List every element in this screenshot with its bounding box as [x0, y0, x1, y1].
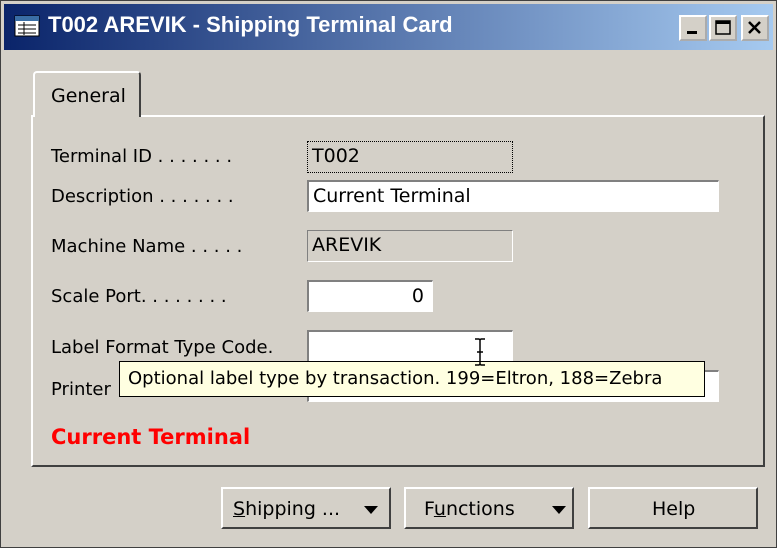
title-bar[interactable]: T002 AREVIK - Shipping Terminal Card	[4, 4, 773, 50]
shipping-button-label: Shipping ...	[233, 498, 341, 520]
help-button[interactable]: Help	[588, 487, 758, 529]
text-cursor-icon	[475, 338, 485, 366]
scale-port-field[interactable]: 0	[307, 280, 433, 312]
help-button-label: Help	[652, 498, 696, 520]
minimize-icon	[687, 31, 697, 34]
maximize-button[interactable]	[709, 15, 737, 41]
machine-name-label: Machine Name . . . . .	[51, 236, 243, 257]
printer-label: Printer	[51, 379, 111, 400]
shipping-terminal-card-window: T002 AREVIK - Shipping Terminal Card Gen…	[0, 0, 777, 548]
tab-general-label: General	[51, 85, 126, 107]
scale-port-label: Scale Port. . . . . . . .	[51, 286, 227, 307]
chevron-down-icon	[552, 506, 566, 514]
label-format-type-code-label: Label Format Type Code.	[51, 337, 274, 358]
functions-button-label: Functions	[424, 498, 515, 520]
window-title: T002 AREVIK - Shipping Terminal Card	[48, 12, 453, 37]
terminal-id-field[interactable]: T002	[307, 141, 513, 173]
machine-name-field: AREVIK	[307, 230, 513, 262]
close-icon	[748, 21, 761, 34]
current-terminal-indicator: Current Terminal	[51, 425, 251, 449]
card-icon	[14, 15, 40, 37]
chevron-down-icon	[364, 506, 378, 514]
functions-menu-button[interactable]: Functions	[404, 487, 574, 529]
tooltip: Optional label type by transaction. 199=…	[119, 361, 705, 397]
description-label: Description . . . . . . .	[51, 186, 234, 207]
description-field[interactable]: Current Terminal	[307, 180, 719, 212]
minimize-button[interactable]	[679, 15, 707, 41]
close-button[interactable]	[741, 15, 769, 41]
shipping-menu-button[interactable]: Shipping ...	[221, 487, 391, 529]
terminal-id-label: Terminal ID . . . . . . .	[51, 146, 233, 167]
tab-general[interactable]: General	[33, 71, 141, 117]
maximize-icon	[715, 20, 731, 35]
